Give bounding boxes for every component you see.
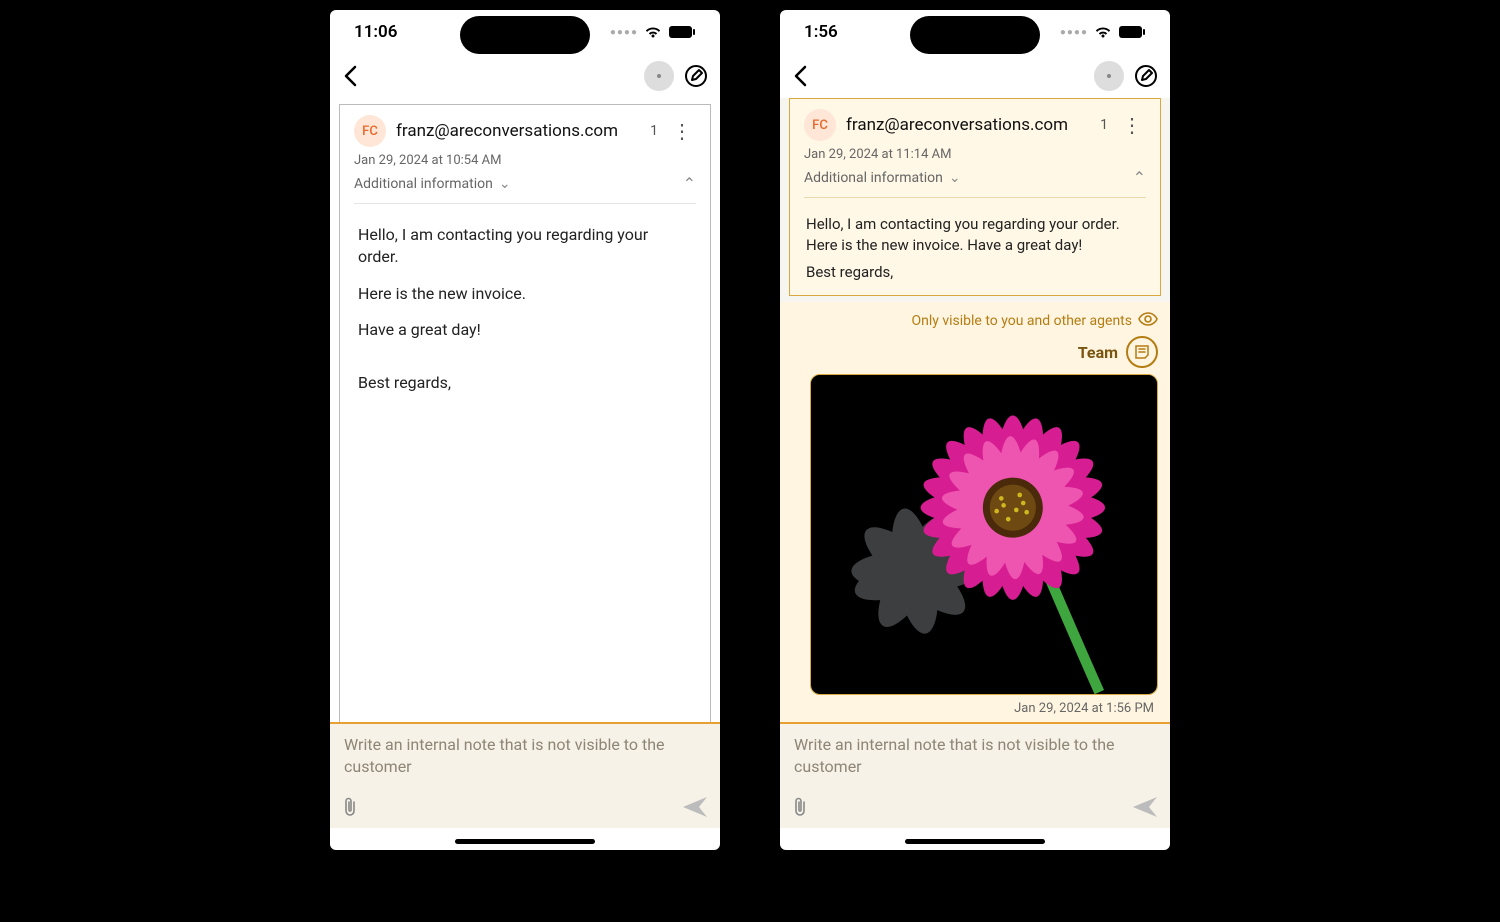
more-menu-button[interactable]: ⋮ bbox=[668, 126, 696, 136]
composer[interactable]: Write an internal note that is not visib… bbox=[330, 722, 720, 828]
customer-avatar[interactable] bbox=[644, 61, 674, 91]
internal-note-area: Only visible to you and other agents Tea… bbox=[780, 302, 1170, 724]
compose-button[interactable] bbox=[684, 64, 708, 88]
back-button[interactable] bbox=[792, 64, 810, 88]
sender-email: franz@areconversations.com bbox=[846, 115, 1090, 135]
additional-info-toggle[interactable]: Additional information ⌄ bbox=[354, 176, 511, 192]
sender-initials: FC bbox=[804, 109, 836, 141]
sender-email: franz@areconversations.com bbox=[396, 121, 640, 141]
clock: 1:56 bbox=[804, 22, 838, 42]
eye-icon bbox=[1138, 312, 1158, 330]
composer[interactable]: Write an internal note that is not visib… bbox=[780, 722, 1170, 828]
note-image bbox=[811, 375, 1157, 655]
collapse-icon[interactable]: ⌃ bbox=[683, 174, 696, 193]
team-label: Team bbox=[1078, 343, 1118, 362]
visibility-text: Only visible to you and other agents bbox=[911, 313, 1132, 329]
send-button[interactable] bbox=[682, 796, 708, 822]
compose-button[interactable] bbox=[1134, 64, 1158, 88]
composer-placeholder: Write an internal note that is not visib… bbox=[794, 734, 1156, 777]
send-button[interactable] bbox=[1132, 796, 1158, 822]
home-indicator bbox=[455, 839, 595, 844]
collapse-icon[interactable]: ⌃ bbox=[1133, 168, 1146, 187]
body-line: Best regards, bbox=[806, 262, 1144, 283]
battery-icon bbox=[668, 25, 696, 39]
visibility-banner: Only visible to you and other agents bbox=[792, 312, 1158, 330]
additional-info-toggle[interactable]: Additional information ⌄ bbox=[804, 170, 961, 186]
email-card: FC franz@areconversations.com 1 ⋮ Jan 29… bbox=[789, 98, 1161, 296]
email-card: FC franz@areconversations.com 1 ⋮ Jan 29… bbox=[339, 104, 711, 740]
attachment-button[interactable] bbox=[792, 796, 808, 822]
phone-right: 1:56 ●●●● FC franz@are bbox=[780, 10, 1170, 850]
additional-info-label: Additional information bbox=[804, 170, 943, 186]
note-bubble[interactable]: I am making a note here bbox=[810, 374, 1158, 695]
email-body: Hello, I am contacting you regarding you… bbox=[340, 210, 710, 740]
email-body: Hello, I am contacting you regarding you… bbox=[790, 204, 1160, 295]
chevron-down-icon: ⌄ bbox=[949, 170, 961, 186]
cellular-dots-icon: ●●●● bbox=[610, 27, 638, 38]
email-timestamp: Jan 29, 2024 at 10:54 AM bbox=[354, 153, 696, 168]
customer-avatar[interactable] bbox=[1094, 61, 1124, 91]
body-line: Hello, I am contacting you regarding you… bbox=[806, 214, 1144, 256]
status-bar: 11:06 ●●●● bbox=[330, 10, 720, 54]
body-line: Best regards, bbox=[358, 372, 692, 394]
more-menu-button[interactable]: ⋮ bbox=[1118, 120, 1146, 130]
additional-info-label: Additional information bbox=[354, 176, 493, 192]
home-indicator bbox=[905, 839, 1045, 844]
battery-icon bbox=[1118, 25, 1146, 39]
thread-count: 1 bbox=[650, 123, 658, 139]
body-line: Hello, I am contacting you regarding you… bbox=[358, 224, 692, 269]
attachment-button[interactable] bbox=[342, 796, 358, 822]
body-line: Have a great day! bbox=[358, 319, 692, 341]
status-bar: 1:56 ●●●● bbox=[780, 10, 1170, 54]
nav-bar bbox=[780, 54, 1170, 98]
status-icons: ●●●● bbox=[610, 25, 696, 39]
composer-placeholder: Write an internal note that is not visib… bbox=[344, 734, 706, 777]
back-button[interactable] bbox=[342, 64, 360, 88]
dynamic-island bbox=[460, 16, 590, 54]
note-timestamp: Jan 29, 2024 at 1:56 PM bbox=[792, 701, 1158, 716]
nav-bar bbox=[330, 54, 720, 98]
wifi-icon bbox=[1094, 25, 1112, 39]
wifi-icon bbox=[644, 25, 662, 39]
note-icon bbox=[1126, 336, 1158, 368]
dynamic-island bbox=[910, 16, 1040, 54]
clock: 11:06 bbox=[354, 22, 397, 42]
chevron-down-icon: ⌄ bbox=[499, 176, 511, 192]
status-icons: ●●●● bbox=[1060, 25, 1146, 39]
cellular-dots-icon: ●●●● bbox=[1060, 27, 1088, 38]
body-line: Here is the new invoice. bbox=[358, 283, 692, 305]
thread-count: 1 bbox=[1100, 117, 1108, 133]
phone-left: 11:06 ●●●● FC franz@ar bbox=[330, 10, 720, 850]
sender-initials: FC bbox=[354, 115, 386, 147]
email-timestamp: Jan 29, 2024 at 11:14 AM bbox=[804, 147, 1146, 162]
